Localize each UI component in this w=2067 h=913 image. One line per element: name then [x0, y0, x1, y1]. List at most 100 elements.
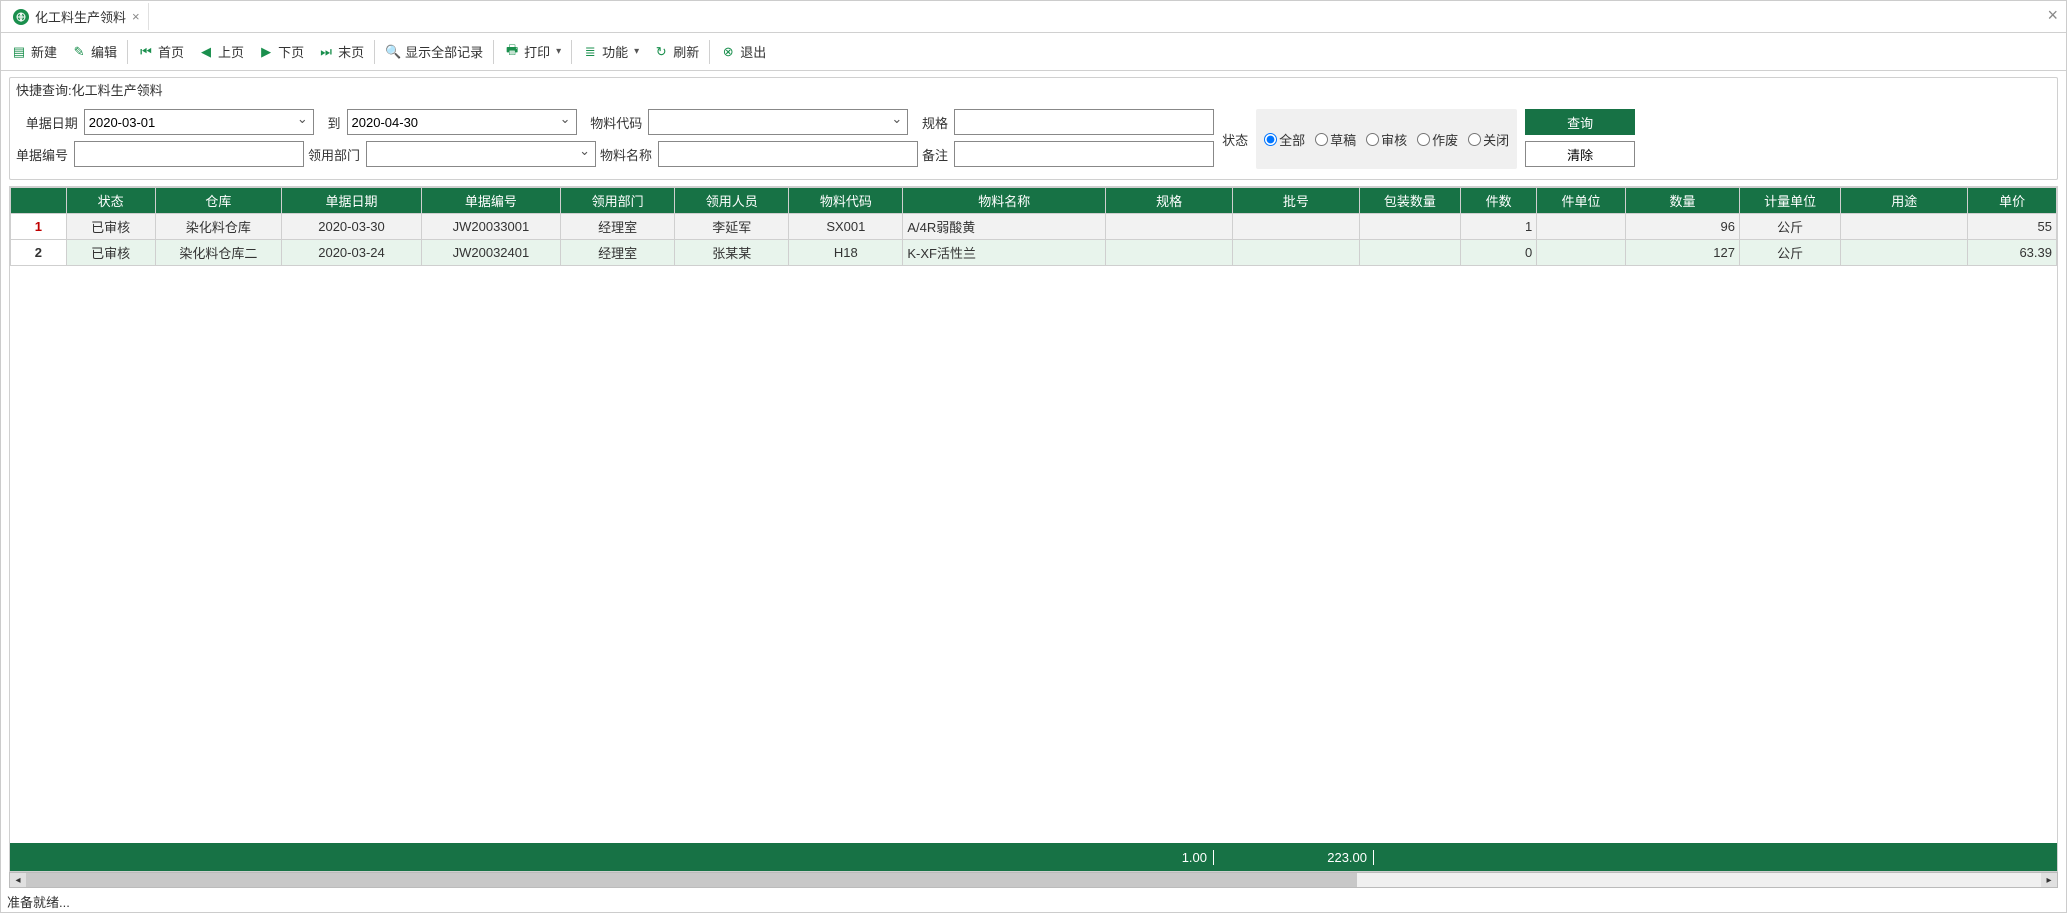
window-close-icon[interactable]: × — [2047, 5, 2058, 26]
tab-bar: 化工料生产领料 × × — [1, 1, 2066, 33]
list-icon: ≣ — [582, 44, 598, 60]
label-mat-code: 物料代码 — [581, 113, 645, 132]
dept-input[interactable] — [366, 141, 596, 167]
doc-no-input[interactable] — [74, 141, 304, 167]
status-group: 全部 草稿 审核 作废 关闭 — [1256, 109, 1517, 169]
function-button[interactable]: ≣ 功能 ▾ — [576, 40, 645, 63]
remark-input[interactable] — [954, 141, 1214, 167]
search-button[interactable]: 查询 — [1525, 109, 1635, 135]
cell-person: 李延军 — [675, 214, 789, 240]
statusbar: 准备就绪... — [1, 890, 2066, 912]
footer-total: 1.00 — [1154, 850, 1214, 865]
col-header[interactable]: 单价 — [1968, 188, 2057, 214]
cell-spec — [1106, 240, 1233, 266]
radio-draft[interactable]: 草稿 — [1315, 130, 1356, 149]
next-icon: ▶ — [258, 44, 274, 60]
first-page-button[interactable]: ⏮ 首页 — [132, 40, 190, 63]
cell-unit: 公斤 — [1739, 240, 1840, 266]
cell-warehouse: 染化料仓库二 — [155, 240, 282, 266]
cell-qty: 127 — [1625, 240, 1739, 266]
horizontal-scrollbar[interactable]: ◂ ▸ — [9, 872, 2058, 888]
cell-mat_code: SX001 — [789, 214, 903, 240]
cell-unit: 公斤 — [1739, 214, 1840, 240]
scroll-thumb[interactable] — [26, 873, 1357, 887]
cell-lot — [1232, 214, 1359, 240]
cell-dept: 经理室 — [561, 240, 675, 266]
mat-name-input[interactable] — [658, 141, 918, 167]
label-status: 状态 — [1222, 130, 1248, 149]
cell-price: 55 — [1968, 214, 2057, 240]
last-page-button[interactable]: ⏭ 末页 — [312, 40, 370, 63]
table-row[interactable]: 1已审核染化料仓库2020-03-30JW20033001经理室李延军SX001… — [11, 214, 2057, 240]
col-header[interactable]: 物料代码 — [789, 188, 903, 214]
exit-icon: ⊗ — [720, 44, 736, 60]
cell-spec — [1106, 214, 1233, 240]
col-header[interactable]: 批号 — [1232, 188, 1359, 214]
tab-close-icon[interactable]: × — [132, 9, 140, 24]
show-all-button[interactable]: 🔍 显示全部记录 — [379, 40, 489, 63]
scroll-left-icon[interactable]: ◂ — [10, 873, 26, 887]
tab-item[interactable]: 化工料生产领料 × — [5, 3, 149, 30]
first-icon: ⏮ — [138, 44, 154, 60]
chevron-down-icon: ▾ — [634, 46, 639, 57]
cell-pack_qty — [1359, 214, 1460, 240]
exit-button[interactable]: ⊗ 退出 — [714, 40, 772, 63]
print-icon: 🖶 — [504, 44, 520, 60]
tab-title: 化工料生产领料 — [35, 7, 126, 26]
col-header[interactable]: 单据编号 — [421, 188, 560, 214]
cell-mat_name: K-XF活性兰 — [903, 240, 1106, 266]
date-to-input[interactable] — [347, 109, 577, 135]
col-header[interactable]: 领用部门 — [561, 188, 675, 214]
label-dept: 领用部门 — [308, 145, 362, 164]
cell-use — [1841, 240, 1968, 266]
col-header[interactable]: 领用人员 — [675, 188, 789, 214]
col-header[interactable]: 件单位 — [1537, 188, 1626, 214]
col-header[interactable]: 状态 — [66, 188, 155, 214]
label-remark: 备注 — [922, 145, 950, 164]
spec-input[interactable] — [954, 109, 1214, 135]
search-icon: 🔍 — [385, 44, 401, 60]
cell-no: JW20033001 — [421, 214, 560, 240]
col-header[interactable]: 规格 — [1106, 188, 1233, 214]
refresh-button[interactable]: ↻ 刷新 — [647, 40, 705, 63]
cell-warehouse: 染化料仓库 — [155, 214, 282, 240]
col-header[interactable]: 件数 — [1461, 188, 1537, 214]
cell-price: 63.39 — [1968, 240, 2057, 266]
edit-button[interactable]: ✎ 编辑 — [65, 40, 123, 63]
scroll-right-icon[interactable]: ▸ — [2041, 873, 2057, 887]
col-header[interactable]: 包装数量 — [1359, 188, 1460, 214]
col-header[interactable]: 单据日期 — [282, 188, 421, 214]
row-index: 2 — [11, 240, 67, 266]
radio-audit[interactable]: 审核 — [1366, 130, 1407, 149]
col-header[interactable]: 计量单位 — [1739, 188, 1840, 214]
label-to: 到 — [318, 113, 343, 132]
data-grid: 状态仓库单据日期单据编号领用部门领用人员物料代码物料名称规格批号包装数量件数件单… — [9, 186, 2058, 872]
label-doc-no: 单据编号 — [16, 145, 70, 164]
new-button[interactable]: ▤ 新建 — [5, 40, 63, 63]
globe-icon — [13, 9, 29, 25]
footer-total: 223.00 — [1284, 850, 1374, 865]
print-button[interactable]: 🖶 打印 ▾ — [498, 40, 567, 63]
next-page-button[interactable]: ▶ 下页 — [252, 40, 310, 63]
refresh-icon: ↻ — [653, 44, 669, 60]
col-header[interactable]: 用途 — [1841, 188, 1968, 214]
radio-void[interactable]: 作废 — [1417, 130, 1458, 149]
cell-mat_code: H18 — [789, 240, 903, 266]
col-header[interactable]: 物料名称 — [903, 188, 1106, 214]
cell-date: 2020-03-30 — [282, 214, 421, 240]
cell-pieces: 0 — [1461, 240, 1537, 266]
mat-code-input[interactable] — [648, 109, 908, 135]
col-header-index[interactable] — [11, 188, 67, 214]
clear-button[interactable]: 清除 — [1525, 141, 1635, 167]
col-header[interactable]: 仓库 — [155, 188, 282, 214]
col-header[interactable]: 数量 — [1625, 188, 1739, 214]
date-from-input[interactable] — [84, 109, 314, 135]
radio-closed[interactable]: 关闭 — [1468, 130, 1509, 149]
label-mat-name: 物料名称 — [600, 145, 654, 164]
cell-pieces: 1 — [1461, 214, 1537, 240]
radio-all[interactable]: 全部 — [1264, 130, 1305, 149]
prev-page-button[interactable]: ◀ 上页 — [192, 40, 250, 63]
toolbar: ▤ 新建 ✎ 编辑 ⏮ 首页 ◀ 上页 ▶ 下页 ⏭ 末页 🔍 显示全部记录 — [1, 33, 2066, 71]
table-row[interactable]: 2已审核染化料仓库二2020-03-24JW20032401经理室张某某H18K… — [11, 240, 2057, 266]
cell-use — [1841, 214, 1968, 240]
